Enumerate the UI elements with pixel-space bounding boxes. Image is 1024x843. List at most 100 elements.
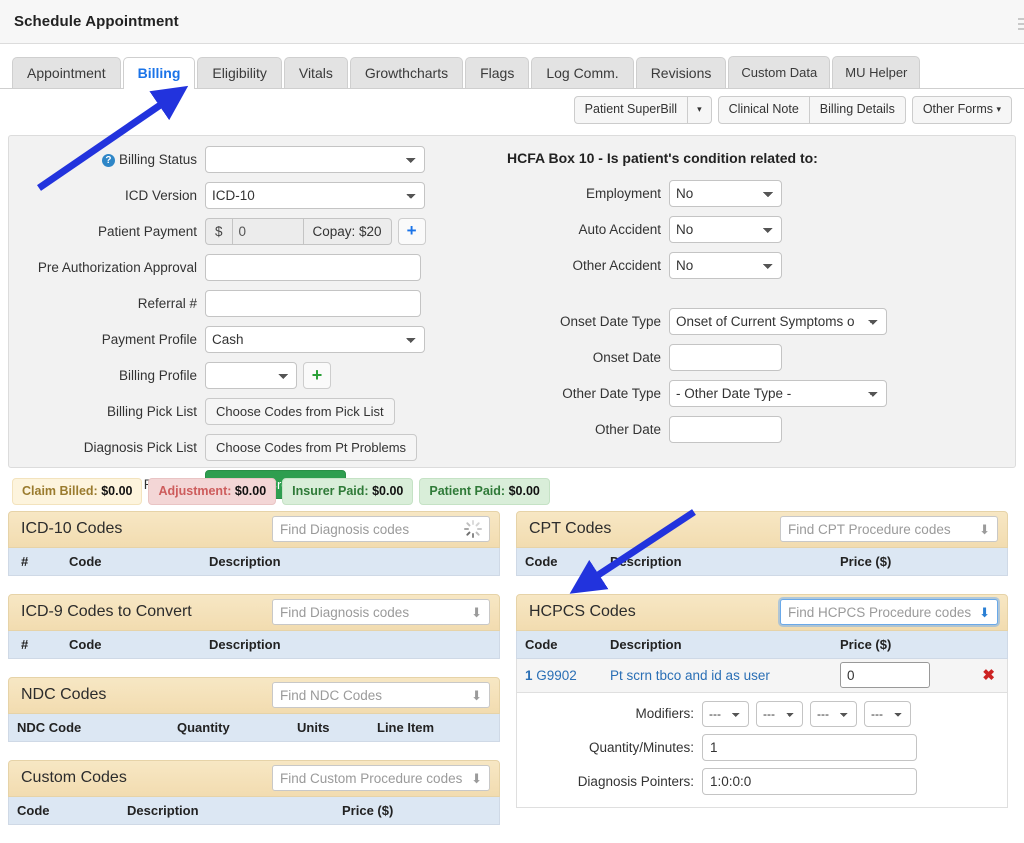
modifier-3-select[interactable]: --- bbox=[810, 700, 857, 727]
tab-mu-helper[interactable]: MU Helper bbox=[832, 56, 921, 88]
field-row-other-date: Other Date bbox=[489, 415, 1015, 443]
panel-cpt-title: CPT Codes bbox=[529, 520, 612, 538]
custom-search-box[interactable]: Find Custom Procedure codes ⬇ bbox=[272, 765, 490, 792]
col-number: # bbox=[21, 553, 29, 569]
other-date-label: Other Date bbox=[594, 421, 661, 437]
add-payment-button[interactable]: + bbox=[397, 217, 426, 245]
billing-status-label-text: Billing Status bbox=[118, 151, 197, 167]
col-code: Code bbox=[69, 553, 102, 569]
diagnosis-pointers-label: Diagnosis Pointers: bbox=[577, 773, 694, 789]
cpt-search-box[interactable]: Find CPT Procedure codes ⬇ bbox=[780, 516, 998, 543]
tab-flags[interactable]: Flags bbox=[465, 57, 530, 88]
modifiers-label: Modifiers: bbox=[635, 706, 694, 722]
other-date-input[interactable] bbox=[669, 415, 782, 443]
arrow-down-icon[interactable]: ⬇ bbox=[979, 523, 990, 536]
billing-status-select[interactable] bbox=[205, 145, 425, 173]
quantity-minutes-input[interactable] bbox=[702, 733, 917, 761]
status-badge-adjustment: Adjustment: $0.00 bbox=[148, 477, 277, 505]
field-row-onset-date-type: Onset Date Type Onset of Current Symptom… bbox=[489, 307, 1015, 335]
hcpcs-row-index: 1 bbox=[525, 667, 533, 683]
arrow-down-icon[interactable]: ⬇ bbox=[471, 606, 482, 619]
other-date-type-select[interactable]: - Other Date Type - bbox=[669, 379, 887, 407]
panel-hcpcs-header: HCPCS Codes Find HCPCS Procedure codes ⬇ bbox=[516, 593, 1008, 631]
onset-date-type-select[interactable]: Onset of Current Symptoms o bbox=[669, 307, 887, 335]
hcpcs-row-detail: Modifiers: --- --- --- --- Quantity/Minu… bbox=[516, 692, 1008, 808]
referral-input[interactable] bbox=[205, 289, 421, 317]
hcpcs-row-description[interactable]: Pt scrn tbco and id as user bbox=[610, 668, 840, 683]
tab-growthcharts[interactable]: Growthcharts bbox=[349, 57, 464, 88]
tab-billing[interactable]: Billing bbox=[122, 57, 196, 89]
icd9-search-placeholder: Find Diagnosis codes bbox=[280, 604, 410, 620]
other-accident-select[interactable]: No bbox=[669, 251, 782, 279]
tab-revisions[interactable]: Revisions bbox=[635, 57, 727, 88]
code-panels-right: CPT Codes Find CPT Procedure codes ⬇ Cod… bbox=[516, 510, 1008, 843]
tab-custom-data[interactable]: Custom Data bbox=[728, 56, 831, 88]
status-badge-claim-billed: Claim Billed: $0.00 bbox=[12, 477, 143, 505]
employment-select[interactable]: No bbox=[669, 179, 782, 207]
other-forms-label: Other Forms bbox=[922, 102, 993, 116]
tab-vitals[interactable]: Vitals bbox=[283, 57, 348, 88]
patient-superbill-button[interactable]: Patient SuperBill bbox=[573, 96, 689, 124]
loading-spinner-icon bbox=[464, 520, 482, 539]
status-badge-patient-paid: Patient Paid: $0.00 bbox=[419, 477, 550, 505]
arrow-down-icon[interactable]: ⬇ bbox=[471, 689, 482, 702]
detail-row-modifiers: Modifiers: --- --- --- --- bbox=[517, 700, 997, 727]
tab-appointment[interactable]: Appointment bbox=[12, 57, 121, 88]
pre-auth-input[interactable] bbox=[205, 253, 421, 281]
auto-accident-label: Auto Accident bbox=[578, 221, 661, 237]
panel-cpt-header: CPT Codes Find CPT Procedure codes ⬇ bbox=[516, 510, 1008, 548]
panel-custom-title: Custom Codes bbox=[21, 769, 127, 787]
header-overflow-icon[interactable] bbox=[1018, 16, 1024, 32]
tab-bar: Appointment Billing Eligibility Vitals G… bbox=[0, 44, 1024, 89]
patient-payment-group: $ Copay: $20 + bbox=[205, 217, 426, 245]
billing-details-button[interactable]: Billing Details bbox=[809, 96, 906, 124]
field-row-icd-version: ICD Version ICD-10 bbox=[13, 181, 479, 209]
hcpcs-search-box[interactable]: Find HCPCS Procedure codes ⬇ bbox=[780, 599, 998, 626]
hcpcs-row-code[interactable]: 1 G9902 bbox=[525, 668, 610, 683]
billing-status-label: ? Billing Status bbox=[13, 152, 205, 167]
payment-profile-select[interactable]: Cash bbox=[205, 325, 425, 353]
choose-codes-from-pick-list-button[interactable]: Choose Codes from Pick List bbox=[205, 397, 395, 425]
arrow-down-icon[interactable]: ⬇ bbox=[471, 772, 482, 785]
choose-codes-from-pt-problems-button[interactable]: Choose Codes from Pt Problems bbox=[205, 433, 418, 461]
insurer-paid-label: Insurer Paid: bbox=[292, 483, 369, 498]
note-details-group: Clinical Note Billing Details bbox=[717, 96, 906, 124]
icd-version-select[interactable]: ICD-10 bbox=[205, 181, 425, 209]
billing-profile-select[interactable] bbox=[205, 361, 297, 389]
adjustment-label: Adjustment: bbox=[158, 483, 232, 498]
table-row[interactable]: 1 G9902 Pt scrn tbco and id as user ✖ bbox=[516, 658, 1008, 693]
ndc-search-box[interactable]: Find NDC Codes ⬇ bbox=[272, 682, 490, 709]
patient-superbill-dropdown-button[interactable]: ▾ bbox=[688, 96, 712, 124]
code-panels-area: ICD-10 Codes Find Diagnosis codes # Code… bbox=[0, 510, 1024, 843]
icd10-search-box[interactable]: Find Diagnosis codes bbox=[272, 516, 490, 543]
tab-eligibility[interactable]: Eligibility bbox=[197, 57, 282, 88]
panel-ndc: NDC Codes Find NDC Codes ⬇ NDC Code Quan… bbox=[8, 676, 500, 742]
tab-log-comm[interactable]: Log Comm. bbox=[531, 57, 634, 88]
clinical-note-button[interactable]: Clinical Note bbox=[717, 96, 810, 124]
patient-superbill-group: Patient SuperBill ▾ bbox=[573, 96, 712, 124]
panel-icd9: ICD-9 Codes to Convert Find Diagnosis co… bbox=[8, 593, 500, 659]
modifier-2-select[interactable]: --- bbox=[756, 700, 803, 727]
field-row-other-accident: Other Accident No bbox=[489, 251, 1015, 279]
delete-row-icon[interactable]: ✖ bbox=[982, 666, 995, 684]
help-icon[interactable]: ? bbox=[101, 153, 115, 167]
modifier-1-select[interactable]: --- bbox=[702, 700, 749, 727]
hcpcs-price-input[interactable] bbox=[840, 662, 930, 689]
col-price: Price ($) bbox=[342, 802, 394, 818]
add-billing-profile-button[interactable]: + bbox=[303, 361, 331, 389]
billing-form-left-column: ? Billing Status ICD Version ICD-10 Patie… bbox=[9, 145, 479, 499]
auto-accident-select[interactable]: No bbox=[669, 215, 782, 243]
panel-ndc-table-header: NDC Code Quantity Units Line Item bbox=[8, 713, 500, 742]
icd-version-label: ICD Version bbox=[124, 187, 197, 203]
icd9-search-box[interactable]: Find Diagnosis codes ⬇ bbox=[272, 599, 490, 626]
patient-payment-input[interactable] bbox=[231, 217, 304, 245]
arrow-down-icon[interactable]: ⬇ bbox=[979, 606, 990, 619]
field-row-billing-pick-list: Billing Pick List Choose Codes from Pick… bbox=[13, 397, 479, 425]
modifier-4-select[interactable]: --- bbox=[864, 700, 911, 727]
other-forms-button[interactable]: Other Forms ▾ bbox=[911, 96, 1012, 124]
patient-paid-label: Patient Paid: bbox=[429, 483, 506, 498]
panel-icd10-header: ICD-10 Codes Find Diagnosis codes bbox=[8, 510, 500, 548]
employment-label: Employment bbox=[585, 185, 661, 201]
onset-date-input[interactable] bbox=[669, 343, 782, 371]
diagnosis-pointers-input[interactable] bbox=[702, 767, 917, 795]
